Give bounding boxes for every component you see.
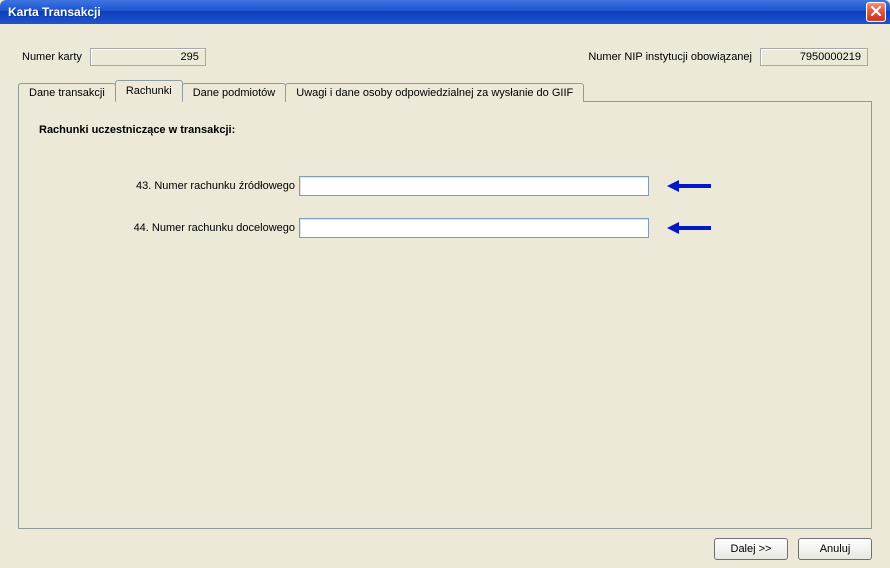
tab-panel: Rachunki uczestniczące w transakcji: 43.… [18, 101, 872, 529]
nip-value [760, 48, 868, 66]
tab-dane-podmiotow[interactable]: Dane podmiotów [182, 83, 287, 102]
window-title: Karta Transakcji [8, 5, 101, 19]
tab-uwagi-giif[interactable]: Uwagi i dane osoby odpowiedzialnej za wy… [285, 83, 584, 102]
title-bar: Karta Transakcji [0, 0, 890, 24]
card-number-label: Numer karty [22, 51, 82, 63]
close-button[interactable] [866, 2, 886, 22]
tab-strip: Dane transakcji Rachunki Dane podmiotów … [18, 80, 872, 102]
cancel-button[interactable]: Anuluj [798, 538, 872, 560]
next-button[interactable]: Dalej >> [714, 538, 788, 560]
section-title: Rachunki uczestniczące w transakcji: [39, 124, 851, 136]
row-target-account: 44. Numer rachunku docelowego [39, 218, 851, 238]
tab-dane-transakcji[interactable]: Dane transakcji [18, 83, 116, 102]
target-account-label: 44. Numer rachunku docelowego [39, 222, 299, 234]
tab-rachunki[interactable]: Rachunki [115, 80, 183, 102]
close-icon [871, 6, 881, 19]
nip-group: Numer NIP instytucji obowiązanej [588, 48, 868, 66]
client-area: Numer karty Numer NIP instytucji obowiąz… [0, 24, 890, 539]
row-source-account: 43. Numer rachunku źródłowego [39, 176, 851, 196]
arrow-left-icon [667, 178, 713, 194]
card-number-value [90, 48, 206, 66]
nip-label: Numer NIP instytucji obowiązanej [588, 51, 752, 63]
arrow-left-icon [667, 220, 713, 236]
card-number-group: Numer karty [22, 48, 206, 66]
dialog-buttons: Dalej >> Anuluj [714, 538, 872, 560]
target-account-input[interactable] [299, 218, 649, 238]
header-fields: Numer karty Numer NIP instytucji obowiąz… [18, 48, 872, 80]
source-account-input[interactable] [299, 176, 649, 196]
source-account-label: 43. Numer rachunku źródłowego [39, 180, 299, 192]
